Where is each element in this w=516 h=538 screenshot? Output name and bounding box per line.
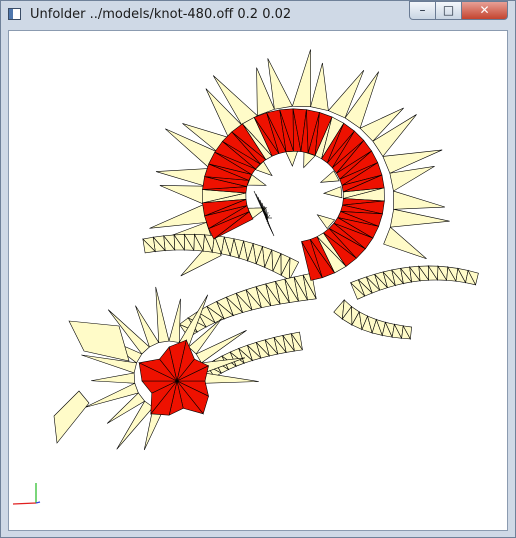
gl-viewport[interactable] bbox=[8, 30, 508, 531]
minimize-icon: – bbox=[419, 3, 426, 17]
ring-fringe-face bbox=[159, 185, 206, 205]
ring-inner-face bbox=[285, 150, 299, 167]
title-bar[interactable]: Unfolder ../models/knot-480.off 0.2 0.02… bbox=[1, 1, 515, 29]
maximize-icon: □ bbox=[442, 3, 455, 17]
close-button[interactable]: ✕ bbox=[461, 1, 508, 20]
ring-fringe-face bbox=[155, 168, 211, 187]
small-ring-flap-face bbox=[53, 390, 90, 444]
window-title: Unfolder ../models/knot-480.off 0.2 0.02 bbox=[30, 7, 292, 22]
close-icon: ✕ bbox=[479, 3, 490, 17]
small-ring-fringe-face bbox=[155, 286, 170, 343]
ring-inner-face bbox=[322, 186, 343, 199]
ring-fringe-face bbox=[310, 62, 329, 112]
unfolded-mesh-canvas[interactable] bbox=[9, 31, 507, 530]
axis-gizmo bbox=[12, 483, 41, 505]
ring-fringe-face bbox=[389, 208, 450, 228]
maximize-button[interactable]: □ bbox=[435, 1, 462, 20]
small-ring-flap-face bbox=[68, 320, 130, 362]
ring-fringe-face bbox=[393, 190, 445, 210]
minimize-button[interactable]: – bbox=[409, 1, 436, 20]
ring-fringe-face bbox=[291, 49, 311, 108]
ring-fringe-face bbox=[149, 203, 207, 229]
mesh-faces bbox=[53, 49, 479, 451]
app-window-icon[interactable] bbox=[8, 8, 21, 20]
small-ring-fringe-face bbox=[168, 298, 181, 343]
application-window: Unfolder ../models/knot-480.off 0.2 0.02… bbox=[0, 0, 516, 538]
ring-fringe-face bbox=[383, 226, 427, 260]
small-ring-fringe-face bbox=[91, 372, 136, 384]
small-ring-fringe-face bbox=[202, 372, 259, 384]
mesh-edge bbox=[263, 205, 270, 227]
axis-x-line bbox=[12, 502, 37, 505]
